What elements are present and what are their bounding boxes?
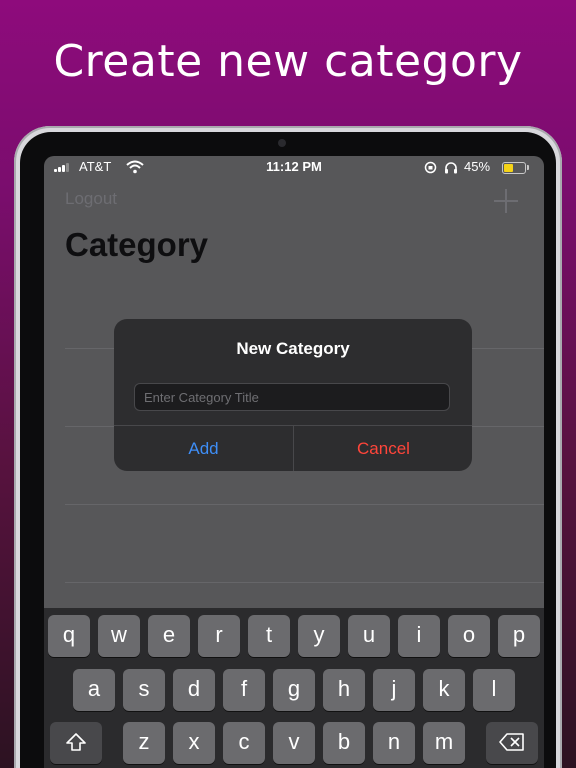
alert-title: New Category [236, 339, 350, 358]
key-i[interactable]: i [398, 615, 440, 657]
delete-key[interactable] [486, 722, 538, 764]
key-j[interactable]: j [373, 669, 415, 711]
category-title-input[interactable] [134, 383, 450, 411]
shift-key[interactable] [50, 722, 102, 764]
key-t[interactable]: t [248, 615, 290, 657]
key-e[interactable]: e [148, 615, 190, 657]
plus-icon[interactable] [494, 189, 518, 213]
key-m[interactable]: m [423, 722, 465, 764]
key-q[interactable]: q [48, 615, 90, 657]
key-d[interactable]: d [173, 669, 215, 711]
promo-headline: Create new category [53, 36, 523, 87]
key-w[interactable]: w [98, 615, 140, 657]
orientation-lock-icon [424, 161, 437, 174]
new-category-alert: New Category Add Cancel [114, 319, 472, 471]
key-v[interactable]: v [273, 722, 315, 764]
battery-level [504, 164, 513, 172]
shift-icon [66, 733, 86, 751]
list-separator [65, 582, 544, 583]
headphones-icon [445, 162, 457, 174]
list-separator [65, 504, 544, 505]
key-u[interactable]: u [348, 615, 390, 657]
key-n[interactable]: n [373, 722, 415, 764]
app-store-screenshot: Create new category AT&T 11:12 PM 45% Lo… [0, 0, 576, 768]
key-h[interactable]: h [323, 669, 365, 711]
key-k[interactable]: k [423, 669, 465, 711]
keyboard: qwertyuiop asdfghjkl zxcvbnm [44, 608, 544, 768]
logout-button[interactable]: Logout [65, 189, 117, 209]
battery-icon [502, 162, 526, 174]
key-r[interactable]: r [198, 615, 240, 657]
cancel-button[interactable]: Cancel [294, 426, 472, 471]
backspace-icon [499, 733, 524, 751]
battery-tip [527, 165, 529, 170]
key-b[interactable]: b [323, 722, 365, 764]
key-o[interactable]: o [448, 615, 490, 657]
key-l[interactable]: l [473, 669, 515, 711]
key-c[interactable]: c [223, 722, 265, 764]
key-f[interactable]: f [223, 669, 265, 711]
key-g[interactable]: g [273, 669, 315, 711]
tablet-frame: AT&T 11:12 PM 45% Logout Category New Ca… [14, 126, 562, 768]
app-screen: AT&T 11:12 PM 45% Logout Category New Ca… [44, 156, 544, 768]
tablet-bezel: AT&T 11:12 PM 45% Logout Category New Ca… [20, 132, 556, 768]
camera-icon [278, 139, 286, 147]
add-button[interactable]: Add [114, 426, 293, 471]
key-s[interactable]: s [123, 669, 165, 711]
status-bar: AT&T 11:12 PM 45% [44, 156, 544, 178]
key-z[interactable]: z [123, 722, 165, 764]
key-a[interactable]: a [73, 669, 115, 711]
key-p[interactable]: p [498, 615, 540, 657]
battery-percent: 45% [464, 159, 491, 174]
page-title: Category [65, 226, 209, 263]
key-x[interactable]: x [173, 722, 215, 764]
key-y[interactable]: y [298, 615, 340, 657]
